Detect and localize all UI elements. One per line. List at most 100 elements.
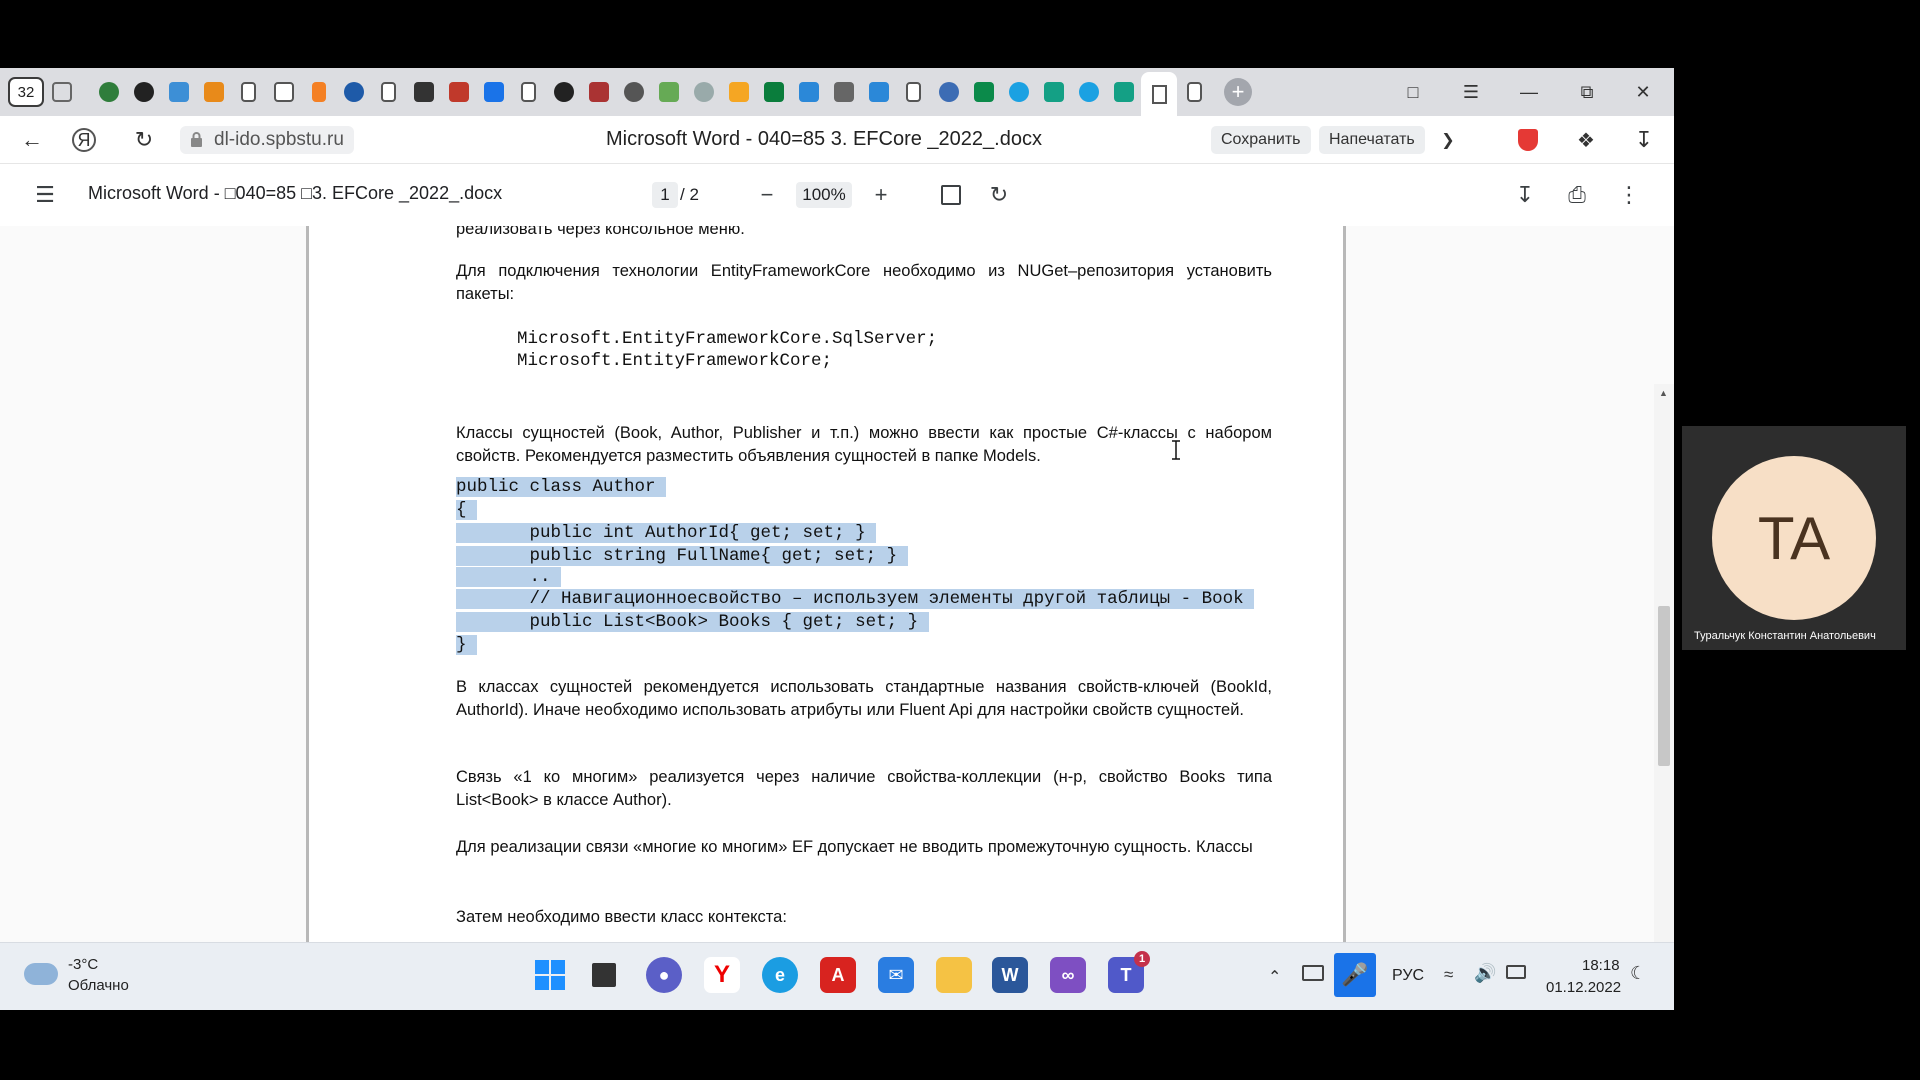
reload-button[interactable]: ↻ — [128, 124, 160, 156]
tab-favicon-icon[interactable] — [441, 68, 476, 116]
zoom-out-icon[interactable]: − — [752, 180, 782, 210]
vertical-scrollbar[interactable]: ▲ ▼ — [1654, 384, 1674, 1010]
tab-group-icon[interactable] — [44, 68, 79, 116]
weather-temperature[interactable]: -3°C — [68, 956, 98, 973]
download-icon[interactable]: ↧ — [1510, 180, 1540, 210]
document-tab-icon[interactable] — [896, 68, 931, 116]
restore-button[interactable]: ⧉ — [1558, 68, 1616, 116]
edge-icon[interactable]: e — [762, 957, 798, 993]
github-tab-icon[interactable] — [126, 68, 161, 116]
paragraph: Для реализации связи «многие ко многим» … — [456, 838, 1253, 856]
zoom-in-icon[interactable]: + — [866, 180, 896, 210]
tab-favicon-icon[interactable] — [616, 68, 651, 116]
stack-overflow-tab-icon[interactable] — [301, 68, 336, 116]
chevron-down-icon[interactable]: ❯ — [1432, 124, 1464, 156]
page-total: / 2 — [680, 185, 699, 204]
document-tab-icon[interactable] — [511, 68, 546, 116]
rotate-icon[interactable]: ↻ — [984, 180, 1014, 210]
shield-icon[interactable] — [1512, 124, 1544, 156]
tab-favicon-icon[interactable] — [861, 68, 896, 116]
wifi-icon[interactable]: ≈ — [1444, 965, 1453, 985]
chat-icon[interactable]: ● — [646, 957, 682, 993]
package-line: Microsoft.EntityFrameworkCore.SqlServer; — [517, 329, 938, 349]
tab-favicon-icon[interactable] — [686, 68, 721, 116]
file-explorer-icon[interactable] — [936, 957, 972, 993]
edge-tab-icon[interactable] — [1071, 68, 1106, 116]
participant-name: Туральчук Константин Анатольевич — [1694, 630, 1876, 642]
more-options-icon[interactable]: ⋮ — [1614, 180, 1644, 210]
paragraph: Для подключения технологии EntityFramewo… — [456, 262, 1272, 303]
print-button[interactable]: Напечатать — [1319, 126, 1425, 154]
clock-time[interactable]: 18:18 — [1582, 957, 1620, 974]
bookmarks-icon[interactable]: □ — [1384, 68, 1442, 116]
github-tab-icon[interactable] — [546, 68, 581, 116]
cloud-icon[interactable] — [24, 963, 58, 985]
code-line: { — [456, 500, 478, 520]
document-tab-icon[interactable] — [371, 68, 406, 116]
visual-studio-icon[interactable]: ∞ — [1050, 957, 1086, 993]
keyboard-icon[interactable] — [1302, 965, 1324, 981]
close-window-button[interactable]: ✕ — [1614, 68, 1672, 116]
battery-icon[interactable] — [1506, 965, 1526, 979]
minimize-button[interactable]: — — [1500, 68, 1558, 116]
participant-tile[interactable]: TA Туральчук Константин Анатольевич — [1682, 426, 1906, 650]
sidebar-menu-icon[interactable]: ☰ — [30, 180, 60, 210]
tab-favicon-icon[interactable] — [91, 68, 126, 116]
acrobat-icon[interactable]: A — [820, 957, 856, 993]
pdf-viewer[interactable]: реализовать через консольное меню. Для п… — [0, 226, 1674, 1010]
tab-favicon-icon[interactable] — [336, 68, 371, 116]
document-tab-icon[interactable] — [231, 68, 266, 116]
tab-favicon-icon[interactable] — [651, 68, 686, 116]
edge-tab-icon[interactable] — [1001, 68, 1036, 116]
microphone-icon[interactable]: 🎤 — [1334, 953, 1376, 997]
chevron-up-icon[interactable]: ⌃ — [1268, 967, 1281, 987]
active-tab[interactable] — [1141, 72, 1177, 116]
tab-favicon-icon[interactable] — [826, 68, 861, 116]
moon-icon[interactable]: ☾ — [1630, 963, 1646, 984]
extensions-icon[interactable]: ❖ — [1570, 124, 1602, 156]
back-button[interactable]: ← — [16, 124, 48, 156]
tab-favicon-icon[interactable] — [791, 68, 826, 116]
tab-favicon-icon[interactable] — [1106, 68, 1141, 116]
tab-favicon-icon[interactable] — [966, 68, 1001, 116]
code-line: // Навигационноесвойство – используем эл… — [456, 589, 1255, 609]
avatar: TA — [1712, 456, 1876, 620]
save-button[interactable]: Сохранить — [1211, 126, 1311, 154]
zoom-level-input[interactable]: 100% — [796, 182, 852, 208]
tab-favicon-icon[interactable] — [1036, 68, 1071, 116]
task-view-icon[interactable] — [586, 957, 622, 993]
weather-description[interactable]: Облачно — [68, 977, 129, 994]
download-icon[interactable]: ↧ — [1628, 124, 1660, 156]
print-icon[interactable]: ⎙ — [1562, 180, 1592, 210]
document-tab-icon[interactable] — [1177, 68, 1212, 116]
menu-icon[interactable]: ☰ — [1442, 68, 1500, 116]
page-number-input[interactable]: 1 — [652, 182, 678, 208]
clock-date[interactable]: 01.12.2022 — [1546, 979, 1621, 996]
reader-tab-icon[interactable] — [266, 68, 301, 116]
screen: 32 + □ ☰ — ⧉ ✕ ← Я ↻ dl-ido.spbstu.ru Mi… — [0, 68, 1674, 1010]
lock-icon — [191, 132, 202, 147]
paragraph: В классах сущностей рекомендуется исполь… — [456, 678, 1272, 719]
tab-favicon-icon[interactable] — [931, 68, 966, 116]
word-icon[interactable]: W — [992, 957, 1028, 993]
fit-page-icon[interactable] — [936, 180, 966, 210]
tab-favicon-icon[interactable] — [196, 68, 231, 116]
volume-icon[interactable]: 🔊 — [1474, 963, 1496, 984]
tab-favicon-icon[interactable] — [161, 68, 196, 116]
scrollbar-thumb[interactable] — [1658, 606, 1670, 766]
yandex-browser-icon[interactable]: Y — [704, 957, 740, 993]
tab-favicon-icon[interactable] — [581, 68, 616, 116]
start-icon[interactable] — [532, 957, 568, 993]
tab-favicon-icon[interactable] — [476, 68, 511, 116]
tab-favicon-icon[interactable] — [721, 68, 756, 116]
mail-icon[interactable]: ✉ — [878, 957, 914, 993]
url-field[interactable]: dl-ido.spbstu.ru — [180, 126, 354, 154]
teams-icon[interactable]: T 1 — [1108, 951, 1150, 993]
scroll-up-icon[interactable]: ▲ — [1659, 388, 1668, 398]
yandex-icon[interactable]: Я — [72, 128, 96, 152]
tab-favicon-icon[interactable] — [756, 68, 791, 116]
tab-count-button[interactable]: 32 — [8, 77, 44, 107]
new-tab-button[interactable]: + — [1224, 78, 1252, 106]
input-language[interactable]: РУС — [1392, 967, 1424, 985]
tab-favicon-icon[interactable] — [406, 68, 441, 116]
